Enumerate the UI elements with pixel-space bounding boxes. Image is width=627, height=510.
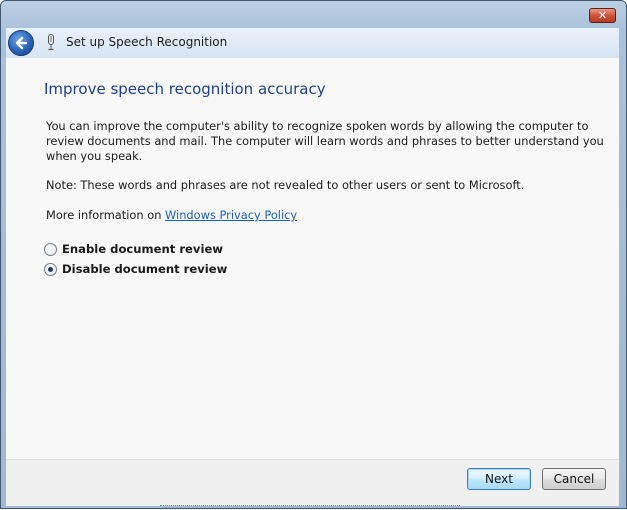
- back-arrow-icon: [15, 36, 28, 50]
- more-info-text: More information on Windows Privacy Poli…: [46, 208, 606, 223]
- close-button[interactable]: ✕: [589, 8, 616, 23]
- back-button[interactable]: [8, 30, 34, 56]
- page-heading: Improve speech recognition accuracy: [44, 80, 326, 98]
- close-icon: ✕: [597, 9, 608, 22]
- next-button[interactable]: Next: [467, 468, 531, 490]
- focus-indicator-line: [160, 505, 460, 510]
- disable-review-option[interactable]: Disable document review: [44, 262, 227, 276]
- enable-review-label[interactable]: Enable document review: [62, 242, 223, 256]
- window-title: Set up Speech Recognition: [66, 35, 228, 49]
- enable-review-option[interactable]: Enable document review: [44, 242, 223, 256]
- microphone-icon: [48, 34, 54, 51]
- content-panel: Improve speech recognition accuracy You …: [6, 58, 619, 459]
- privacy-policy-link[interactable]: Windows Privacy Policy: [165, 208, 297, 222]
- disable-review-label[interactable]: Disable document review: [62, 262, 227, 276]
- disable-review-radio[interactable]: [44, 262, 57, 276]
- note-text: Note: These words and phrases are not re…: [46, 178, 525, 192]
- description-text: You can improve the computer's ability t…: [46, 119, 604, 163]
- more-info-prefix: More information on: [46, 208, 166, 222]
- cancel-button[interactable]: Cancel: [542, 468, 606, 490]
- enable-review-radio[interactable]: [44, 242, 57, 256]
